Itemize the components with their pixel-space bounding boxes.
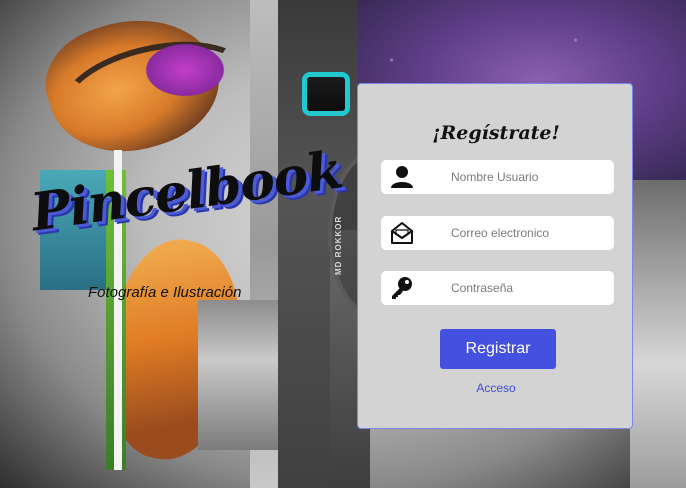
form-title: ¡Regístrate!: [432, 122, 560, 144]
brand-subtitle: Fotografía e Ilustración: [88, 284, 242, 301]
password-input[interactable]: [451, 278, 601, 298]
register-button[interactable]: Registrar: [440, 329, 556, 369]
background-magenta-splash: [140, 40, 230, 100]
username-field[interactable]: [381, 160, 614, 194]
username-input[interactable]: [451, 167, 601, 187]
background-gray-photo: [198, 300, 278, 450]
envelope-icon: [391, 222, 413, 244]
key-icon: [392, 277, 412, 299]
user-icon: [391, 166, 413, 188]
background-right-photo: [630, 180, 686, 488]
register-form-card: ¡Regístrate! Registrar Acceso: [357, 83, 633, 429]
email-field[interactable]: [381, 216, 614, 250]
password-field[interactable]: [381, 271, 614, 305]
email-input[interactable]: [451, 223, 601, 243]
login-link[interactable]: Acceso: [358, 381, 634, 395]
background-camera-screen: [302, 72, 350, 116]
